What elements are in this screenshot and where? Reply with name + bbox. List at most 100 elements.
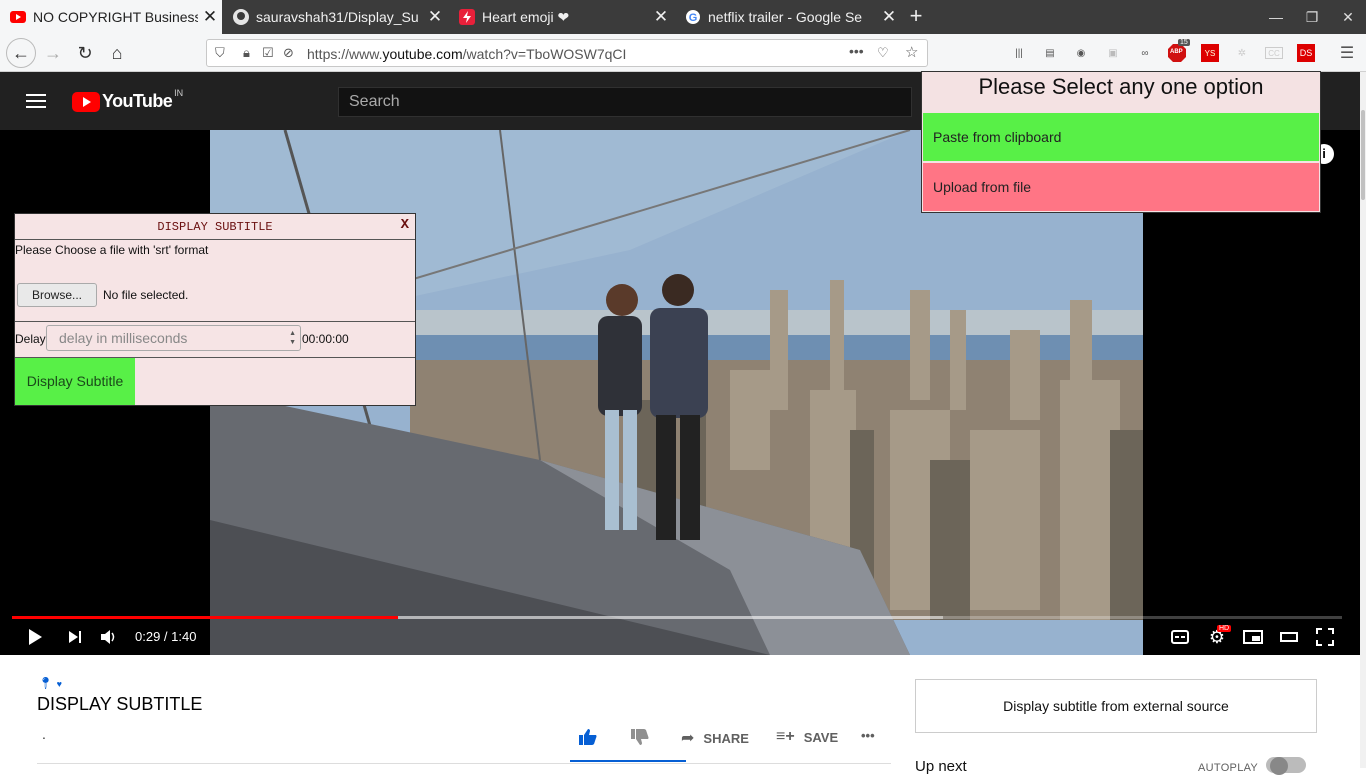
- miniplayer-button[interactable]: [1242, 627, 1264, 647]
- google-icon: G: [685, 9, 701, 25]
- arrow-right-icon: →: [44, 42, 62, 63]
- tab-google[interactable]: G netflix trailer - Google Se ✕: [675, 0, 901, 34]
- url-text: https://www.youtube.com/watch?v=TboWOSW7…: [307, 46, 627, 62]
- theater-icon: [1280, 632, 1298, 642]
- autoplay-blocked-icon: ⊘: [283, 45, 294, 60]
- next-button[interactable]: [64, 627, 86, 647]
- hamburger-menu-icon[interactable]: [26, 94, 46, 108]
- file-instruction: Please Choose a file with 'srt' format: [15, 243, 209, 257]
- back-button[interactable]: ←: [6, 38, 36, 68]
- delay-clock: 00:00:00: [302, 332, 349, 346]
- settings-button[interactable]: ⚙ HD: [1206, 625, 1232, 647]
- heart-icon: ♥: [56, 679, 62, 689]
- divider: [37, 763, 891, 764]
- search-input[interactable]: Search: [338, 87, 912, 117]
- like-button[interactable]: [578, 728, 598, 746]
- sidebar-icon[interactable]: ▤: [1041, 44, 1059, 62]
- description-text: .: [42, 726, 46, 742]
- close-tab-icon[interactable]: ✕: [877, 7, 901, 27]
- autoplay-toggle[interactable]: [1266, 757, 1306, 775]
- reload-icon: ↻: [77, 42, 93, 63]
- container-icon[interactable]: ▣: [1104, 44, 1122, 62]
- github-icon: [233, 9, 249, 25]
- file-status: No file selected.: [103, 288, 189, 302]
- address-bar[interactable]: ⛉ 🔒︎ ☑ ⊘ https://www.youtube.com/watch?v…: [206, 39, 928, 67]
- tab-heart-emoji[interactable]: Heart emoji ❤ ✕: [449, 0, 673, 34]
- scrollbar-thumb[interactable]: [1361, 110, 1365, 200]
- display-subtitle-panel: DISPLAY SUBTITLE X Please Choose a file …: [14, 213, 416, 406]
- share-button[interactable]: ➦ SHARE: [681, 728, 749, 748]
- new-tab-button[interactable]: +: [904, 4, 928, 30]
- hd-badge: HD: [1217, 625, 1232, 632]
- tab-youtube[interactable]: NO COPYRIGHT Business ✕: [0, 0, 222, 34]
- menu-icon[interactable]: ☰: [1338, 44, 1356, 62]
- arrow-left-icon: ←: [12, 42, 30, 63]
- more-actions-button[interactable]: •••: [861, 728, 875, 743]
- thumbs-up-icon: [579, 729, 597, 745]
- adblock-count-badge: 15: [1178, 39, 1190, 46]
- adblock-icon[interactable]: ABP 15: [1168, 39, 1190, 62]
- play-icon: [29, 629, 42, 645]
- close-tab-icon[interactable]: ✕: [649, 7, 673, 27]
- browser-tab-strip: NO COPYRIGHT Business ✕ sauravshah31/Dis…: [0, 0, 1366, 34]
- browser-nav-bar: ← → ↻ ⌂ ⛉ 🔒︎ ☑ ⊘ https://www.youtube.com…: [0, 34, 1366, 72]
- pocket-icon[interactable]: ♡: [877, 45, 889, 61]
- library-icon[interactable]: |||: [1010, 44, 1028, 62]
- spinner-arrows-icon[interactable]: ▲ ▼: [289, 329, 296, 347]
- page-actions-icon[interactable]: •••: [849, 43, 864, 59]
- lock-icon: 🔒︎: [243, 45, 250, 60]
- home-button[interactable]: ⌂: [102, 38, 132, 68]
- svg-text:G: G: [689, 12, 698, 24]
- panel-close-button[interactable]: X: [401, 217, 409, 233]
- up-next-heading: Up next: [915, 758, 967, 775]
- extension-icon[interactable]: ∞: [1136, 44, 1154, 62]
- location-pin-icon: 📍︎: [38, 676, 54, 690]
- thumbs-down-icon: [631, 729, 649, 745]
- share-arrow-icon: ➦: [681, 730, 695, 747]
- tab-github[interactable]: sauravshah31/Display_Su ✕: [223, 0, 447, 34]
- youtube-icon: [10, 9, 26, 25]
- youtube-play-logo-icon: [72, 91, 100, 112]
- delay-label: Delay: [15, 332, 46, 346]
- fullscreen-icon: [1316, 628, 1334, 646]
- minimize-icon[interactable]: —: [1258, 0, 1294, 34]
- paste-from-clipboard-option[interactable]: Paste from clipboard: [923, 113, 1319, 161]
- upload-from-file-option[interactable]: Upload from file: [923, 163, 1319, 211]
- cc-extension-icon[interactable]: CC: [1265, 47, 1283, 59]
- dislike-button[interactable]: [630, 728, 650, 746]
- like-bar: [570, 760, 686, 762]
- play-button[interactable]: [24, 627, 46, 647]
- restore-icon[interactable]: ❐: [1294, 0, 1330, 34]
- gear-extension-icon[interactable]: ✲: [1233, 44, 1251, 62]
- volume-icon: [101, 630, 115, 644]
- miniplayer-icon: [1243, 630, 1263, 644]
- panel-title: DISPLAY SUBTITLE: [15, 214, 415, 240]
- close-tab-icon[interactable]: ✕: [423, 7, 447, 27]
- progress-bar[interactable]: [12, 616, 398, 619]
- source-select-popup: Please Select any one option Paste from …: [921, 71, 1321, 213]
- subtitles-button[interactable]: [1170, 627, 1190, 647]
- fullscreen-button[interactable]: [1314, 627, 1336, 647]
- ys-extension-icon[interactable]: YS: [1201, 44, 1219, 62]
- window-close-icon[interactable]: ✕: [1330, 0, 1366, 34]
- bookmark-star-icon[interactable]: ☆: [905, 43, 918, 61]
- popup-title: Please Select any one option: [978, 74, 1264, 99]
- video-title: DISPLAY SUBTITLE: [37, 694, 203, 714]
- forward-button[interactable]: →: [38, 38, 68, 68]
- display-subtitle-extension-icon[interactable]: DS: [1297, 44, 1315, 62]
- display-subtitle-button[interactable]: Display Subtitle: [15, 358, 135, 405]
- theater-mode-button[interactable]: [1278, 627, 1300, 647]
- close-tab-icon[interactable]: ✕: [198, 7, 222, 27]
- external-subtitle-button[interactable]: Display subtitle from external source: [915, 679, 1317, 733]
- closed-captions-icon: [1171, 630, 1189, 644]
- volume-button[interactable]: [98, 627, 120, 647]
- browse-button[interactable]: Browse...: [17, 283, 97, 307]
- delay-input[interactable]: delay in milliseconds ▲ ▼: [46, 325, 301, 351]
- reload-button[interactable]: ↻: [70, 38, 100, 68]
- shield-icon: ⛉: [215, 45, 225, 60]
- location-tags[interactable]: 📍︎ ♥: [38, 676, 62, 690]
- autoplay-label: AUTOPLAY: [1198, 762, 1259, 774]
- account-icon[interactable]: ◉: [1072, 44, 1090, 62]
- save-button[interactable]: ≡+ SAVE: [776, 728, 838, 746]
- youtube-logo[interactable]: YouTube IN: [72, 88, 183, 112]
